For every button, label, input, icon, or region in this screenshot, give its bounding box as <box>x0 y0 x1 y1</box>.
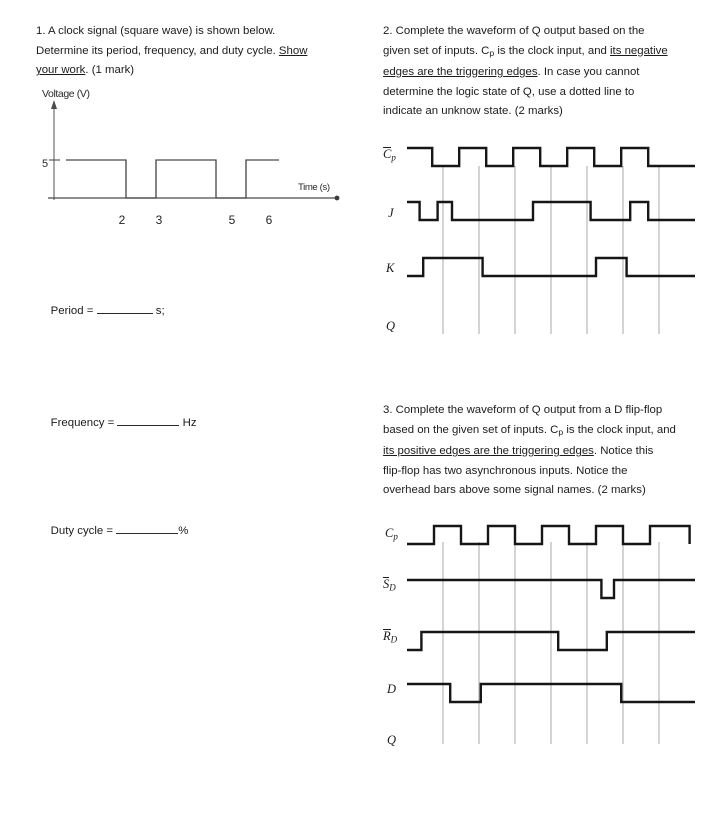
chart1-y-tick-5: 5 <box>42 158 49 170</box>
signal-label-cp-bar: Cp <box>383 147 396 163</box>
right-column-q3: 3. Complete the waveform of Q output fro… <box>383 401 695 501</box>
q1-line3-rest: . (1 mark) <box>85 64 135 77</box>
jk-timing-svg <box>407 146 695 334</box>
frequency-label: Frequency = <box>50 416 118 429</box>
chart1-y-axis <box>51 100 57 200</box>
q3-line1: 3. Complete the waveform of Q output fro… <box>383 404 663 416</box>
clock-signal-chart: Voltage (V) 5 Time (s) 2 3 5 6 <box>36 88 356 253</box>
period-label: Period = <box>50 304 97 317</box>
frequency-unit: Hz <box>179 416 197 429</box>
period-unit: s; <box>152 304 165 317</box>
q1-line3-underline: your work <box>36 64 86 77</box>
waveform-Cp <box>407 524 691 546</box>
question-3-text: 3. Complete the waveform of Q output fro… <box>383 401 695 501</box>
signal-label-rd-bar: RD <box>383 629 398 645</box>
question-2-text: 2. Complete the waveform of Q output bas… <box>383 22 695 122</box>
answer-frequency: Frequency = Hz <box>38 393 197 453</box>
q1-line2a: Determine its period, frequency, and dut… <box>36 44 279 57</box>
d-flipflop-timing-diagram: Cp SD RD D Q <box>383 512 703 757</box>
answer-period: Period = s; <box>38 281 165 341</box>
signal-label-cp: Cp <box>385 526 398 542</box>
q2-line4: determine the logic state of Q, use a do… <box>383 85 635 98</box>
signal-label-j: J <box>388 206 394 220</box>
signal-label-sd-bar: SD <box>383 577 396 593</box>
q2-line3-rest: . In case you cannot <box>537 66 640 79</box>
signal-label-q3-q: Q <box>387 733 397 747</box>
q3-line5: overhead bars above some signal names. (… <box>383 484 646 497</box>
q2-line2b: is the clock input, and <box>494 44 611 57</box>
q2-line2a: given set of inputs. C <box>383 44 490 57</box>
right-column: 2. Complete the waveform of Q output bas… <box>383 22 695 122</box>
q3-line4: flip-flop has two asynchronous inputs. N… <box>383 464 628 477</box>
q3-line3-underline: its positive edges are the triggering ed… <box>383 445 594 458</box>
q2-line2-underline: its negative <box>610 44 668 57</box>
q1-line2-underline: Show <box>278 44 308 57</box>
jk-flipflop-timing-diagram: Cp J K Q <box>383 134 703 349</box>
d-timing-svg <box>407 524 695 744</box>
worksheet-page: 1. A clock signal (square wave) is shown… <box>0 0 727 835</box>
left-column: 1. A clock signal (square wave) is shown… <box>36 22 346 81</box>
duty-cycle-label: Duty cycle = <box>50 524 117 537</box>
signal-label-q: Q <box>386 319 396 333</box>
signal-label-k: K <box>386 261 395 275</box>
chart1-plot <box>48 100 340 201</box>
chart1-xtick-5: 5 <box>228 213 236 227</box>
chart1-xtick-2: 2 <box>118 213 126 227</box>
q2-line1: 2. Complete the waveform of Q output bas… <box>383 25 645 37</box>
waveform-Cp <box>407 146 695 168</box>
chart1-waveform <box>66 159 279 199</box>
frequency-blank[interactable] <box>117 413 180 426</box>
q2-line5: indicate an unknow state. (2 marks) <box>383 105 563 118</box>
duty-cycle-blank[interactable] <box>116 521 179 534</box>
period-blank[interactable] <box>96 301 153 314</box>
chart1-xtick-6: 6 <box>265 213 273 227</box>
q1-line1: 1. A clock signal (square wave) is shown… <box>36 25 276 37</box>
q3-line2a: based on the given set of inputs. C <box>383 423 559 436</box>
q2-line3-underline: edges are the triggering edges <box>383 66 538 79</box>
chart1-y-axis-label: Voltage (V) <box>42 88 90 100</box>
question-1-text: 1. A clock signal (square wave) is shown… <box>36 22 346 81</box>
signal-label-d: D <box>387 682 397 696</box>
chart1-x-axis <box>48 195 340 201</box>
duty-cycle-unit: % <box>178 524 189 537</box>
chart1-x-axis-label: Time (s) <box>298 182 330 193</box>
answer-duty-cycle: Duty cycle = % <box>38 501 189 561</box>
q3-line3-rest: . Notice this <box>593 445 654 458</box>
chart1-xtick-3: 3 <box>155 213 163 227</box>
q3-line2b: is the clock input, and <box>563 423 676 436</box>
